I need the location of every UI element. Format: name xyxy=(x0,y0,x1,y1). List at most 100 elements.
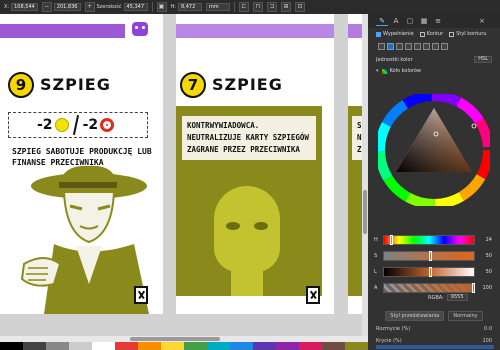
linear-gradient-icon[interactable] xyxy=(396,43,403,50)
cost-selection[interactable]: -2 -2 xyxy=(8,112,148,138)
stroke-toggle[interactable]: Kontur xyxy=(419,31,443,37)
palette-swatch[interactable] xyxy=(207,342,230,350)
alpha-value[interactable]: 100 xyxy=(478,285,492,291)
palette-swatch[interactable] xyxy=(299,342,322,350)
opacity-slider[interactable] xyxy=(376,345,494,349)
color-wheel-graphic[interactable] xyxy=(375,91,493,209)
hue-label: H xyxy=(374,237,378,243)
swatch-icon[interactable] xyxy=(432,43,439,50)
tab-layers-icon[interactable]: ≡ xyxy=(432,16,444,26)
lock-icon[interactable]: ▣ xyxy=(156,2,167,12)
height-label: H: xyxy=(170,4,176,10)
lightness-slider[interactable] xyxy=(383,267,475,277)
height-field[interactable]: H: 8,472 xyxy=(171,3,202,11)
align-right-icon[interactable]: ⊐ xyxy=(266,2,277,12)
faceless-head-icon xyxy=(214,186,280,272)
x-field[interactable]: X: 108,544 xyxy=(4,3,38,11)
pattern-icon[interactable] xyxy=(423,43,430,50)
color-wheel-section[interactable]: ▾ Koło kolorów xyxy=(368,66,500,76)
card-type-icon xyxy=(134,286,148,304)
y-input[interactable]: 201,836 xyxy=(53,3,81,11)
palette-swatch[interactable] xyxy=(115,342,138,350)
align-center-icon[interactable]: ⊓ xyxy=(252,2,263,12)
hue-value[interactable]: 24 xyxy=(478,237,492,243)
horizontal-scroll-thumb[interactable] xyxy=(130,337,220,341)
palette-swatch[interactable] xyxy=(69,342,92,350)
palette-swatch[interactable] xyxy=(161,342,184,350)
palette-swatch[interactable] xyxy=(46,342,69,350)
lightness-slider-knob[interactable] xyxy=(429,267,432,277)
blur-label: Rozmycie (%) xyxy=(376,326,411,332)
tab-blend-normal[interactable]: Normalny xyxy=(448,311,483,321)
rgba-label: RGBA: xyxy=(428,294,444,301)
card-counterspy-7[interactable]: 7 SZPIEG KONTRWYWIADOWCA. NEUTRALIZUJE K… xyxy=(176,14,334,314)
fill-stroke-panel: ✎ A ▢ ▦ ≡ × Wypełnienie Kontur Styl kont… xyxy=(368,14,500,350)
no-paint-icon[interactable] xyxy=(378,43,385,50)
palette-swatch[interactable] xyxy=(92,342,115,350)
unit-select[interactable]: mm xyxy=(205,3,230,11)
mesh-gradient-icon[interactable] xyxy=(414,43,421,50)
distribute-icon[interactable]: ⊞ xyxy=(280,2,291,12)
fill-checkbox-icon[interactable] xyxy=(376,31,381,37)
stroke-style-toggle[interactable]: Styl konturu xyxy=(449,31,487,37)
rgba-row: RGBA: 9555 xyxy=(428,294,468,301)
blur-value[interactable]: 0.0 xyxy=(484,326,492,332)
y-field[interactable]: − 201,836 xyxy=(41,2,81,12)
x-input[interactable]: 108,544 xyxy=(11,3,38,11)
tab-swatches-icon[interactable]: ▦ xyxy=(418,16,430,26)
palette-swatch[interactable] xyxy=(23,342,46,350)
saturation-slider[interactable] xyxy=(383,251,475,261)
palette-swatch[interactable] xyxy=(184,342,207,350)
fill-toggle[interactable]: Wypełnienie xyxy=(376,31,414,37)
card-type-icon xyxy=(306,286,320,304)
close-icon[interactable]: × xyxy=(476,16,488,26)
palette-swatch[interactable] xyxy=(322,342,345,350)
stroke-style-icon[interactable] xyxy=(449,31,455,37)
width-field[interactable]: + Szerokość 45,347 xyxy=(84,2,148,12)
minus-icon[interactable]: − xyxy=(41,2,52,12)
alpha-slider-row: A 100 xyxy=(374,282,498,294)
tab-blend-style[interactable]: Styl przedstawiania xyxy=(385,311,445,321)
palette-swatch[interactable] xyxy=(345,342,368,350)
fill-stroke-toggles: Wypełnienie Kontur Styl konturu xyxy=(368,28,500,40)
alpha-slider-knob[interactable] xyxy=(472,283,475,293)
tab-objects-icon[interactable]: ▢ xyxy=(404,16,416,26)
width-input[interactable]: 45,347 xyxy=(123,3,148,11)
flat-color-icon[interactable] xyxy=(387,43,394,50)
fill-label: Wypełnienie xyxy=(383,31,414,37)
hue-slider-knob[interactable] xyxy=(390,235,393,245)
card-spy-9[interactable]: 9 SZPIEG -2 -2 SZPIEG SABOTUJE PRODUKCJĘ… xyxy=(0,14,163,314)
opacity-value[interactable]: 100 xyxy=(482,338,492,344)
saturation-value[interactable]: 50 xyxy=(478,253,492,259)
lightness-label: L xyxy=(374,269,377,275)
color-units-select[interactable]: HSL xyxy=(474,56,492,63)
alpha-slider[interactable] xyxy=(383,283,475,293)
width-label: Szerokość xyxy=(96,4,122,10)
palette-swatch[interactable] xyxy=(0,342,23,350)
palette-swatch[interactable] xyxy=(230,342,253,350)
tab-text-icon[interactable]: A xyxy=(390,16,402,26)
plus-icon[interactable]: + xyxy=(84,2,95,12)
rgba-input[interactable]: 9555 xyxy=(446,294,468,301)
divider-slash xyxy=(72,115,79,135)
tab-fill-stroke-icon[interactable]: ✎ xyxy=(376,16,388,26)
paint-type-row xyxy=(368,40,500,53)
transform-icon[interactable]: ⊡ xyxy=(294,2,305,12)
color-wheel[interactable] xyxy=(375,91,493,209)
radial-gradient-icon[interactable] xyxy=(405,43,412,50)
height-input[interactable]: 8,472 xyxy=(177,3,202,11)
chevron-down-icon[interactable]: ▾ xyxy=(376,68,379,74)
palette-swatch[interactable] xyxy=(276,342,299,350)
unset-paint-icon[interactable] xyxy=(441,43,448,50)
document-canvas[interactable]: 9 SZPIEG -2 -2 SZPIEG SABOTUJE PRODUKCJĘ… xyxy=(0,14,368,336)
palette-swatch[interactable] xyxy=(253,342,276,350)
alpha-label: A xyxy=(374,285,378,291)
palette-bar[interactable] xyxy=(0,342,368,350)
hue-slider[interactable] xyxy=(383,235,475,245)
vertical-scroll-thumb[interactable] xyxy=(363,190,367,234)
lightness-value[interactable]: 50 xyxy=(478,269,492,275)
stroke-checkbox-icon[interactable] xyxy=(419,31,425,37)
saturation-slider-knob[interactable] xyxy=(429,251,432,261)
palette-swatch[interactable] xyxy=(138,342,161,350)
align-left-icon[interactable]: ⊏ xyxy=(238,2,249,12)
